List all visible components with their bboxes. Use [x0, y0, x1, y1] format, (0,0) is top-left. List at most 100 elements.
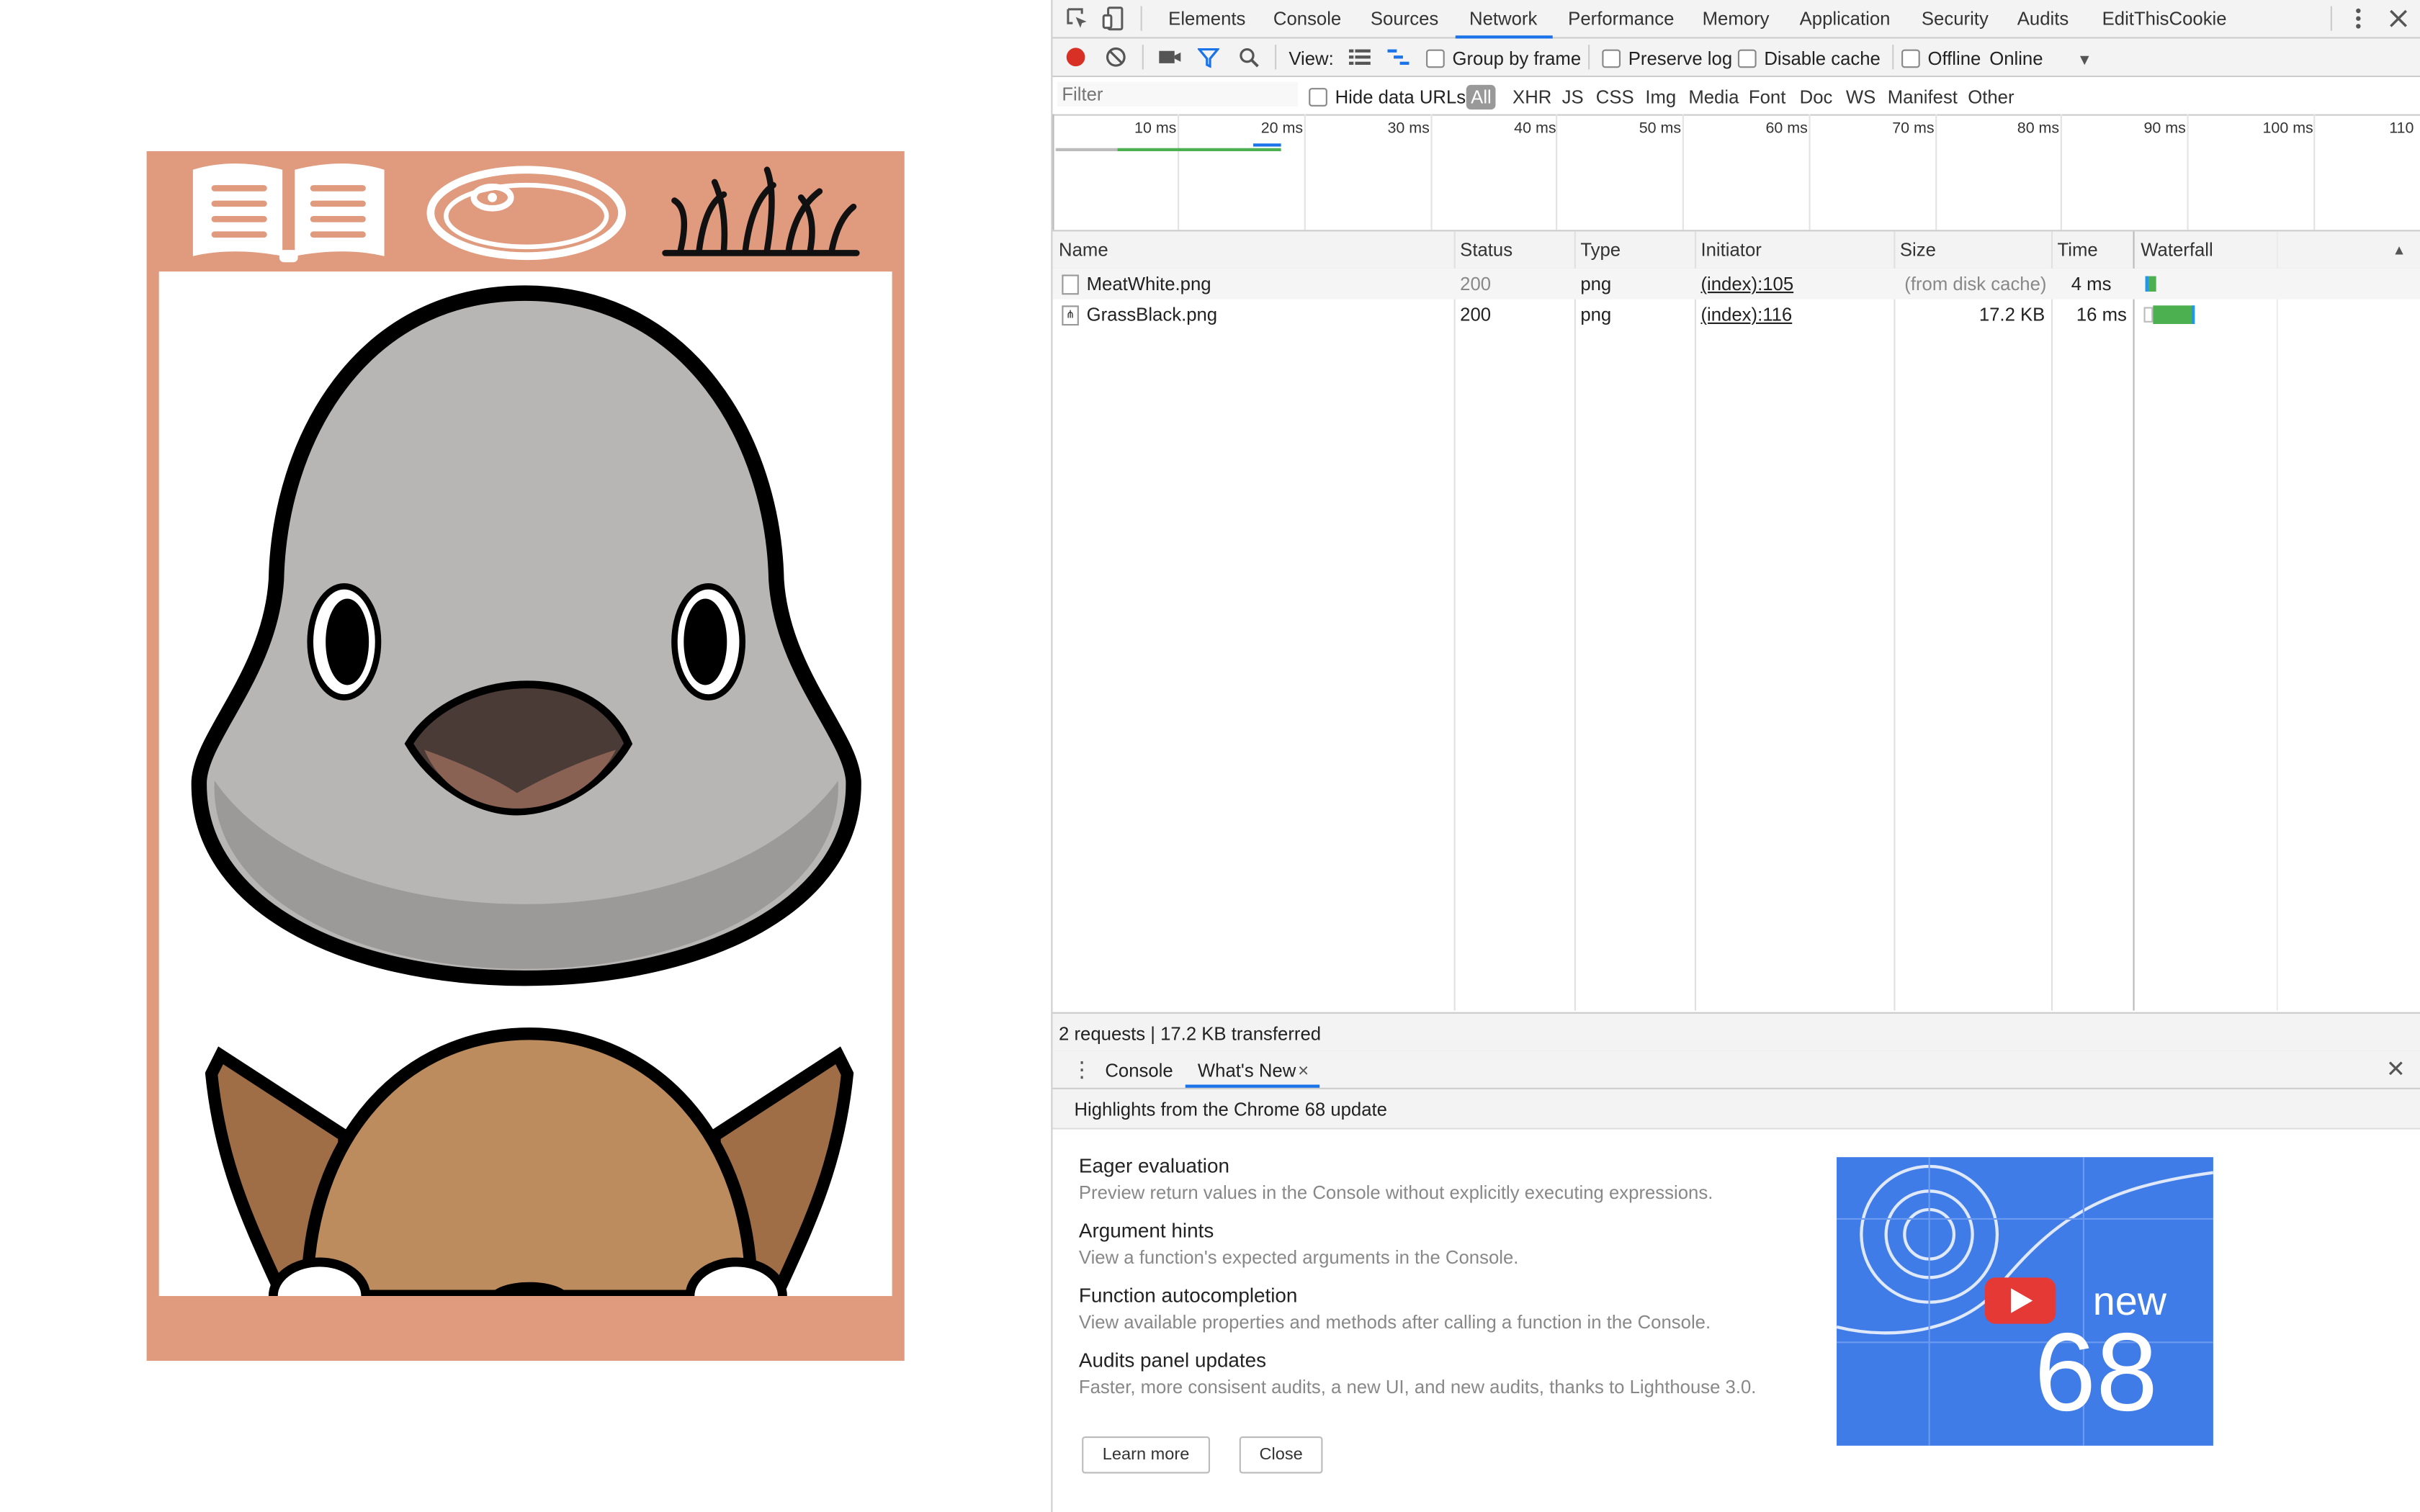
- sort-ascending-icon: ▲: [2392, 242, 2406, 258]
- filter-icon[interactable]: [1197, 46, 1219, 68]
- whats-new-header: Highlights from the Chrome 68 update: [1052, 1089, 2420, 1130]
- status-summary: 2 requests | 17.2 KB transferred: [1052, 1012, 2420, 1053]
- feature-title: Audits panel updates: [1078, 1348, 1267, 1372]
- learn-more-button[interactable]: Learn more: [1082, 1436, 1211, 1474]
- tick-label: 80 ms: [2017, 120, 2060, 138]
- more-options-icon[interactable]: [2346, 6, 2370, 31]
- drawer-tab-whats-new[interactable]: What's New: [1198, 1060, 1296, 1081]
- requests-table: Name Status Type Initiator Size Time Wat…: [1052, 231, 2420, 1011]
- network-overview[interactable]: 10 ms 20 ms 30 ms 40 ms 50 ms 60 ms 70 m…: [1052, 114, 2420, 232]
- request-initiator-link[interactable]: (index):116: [1700, 304, 1792, 325]
- large-rows-icon[interactable]: [1348, 48, 1371, 66]
- filter-type-js[interactable]: JS: [1562, 86, 1584, 108]
- image-file-icon: ⋔: [1062, 305, 1079, 326]
- tick-label: 10 ms: [1134, 120, 1177, 138]
- clear-icon[interactable]: [1105, 46, 1126, 68]
- filter-type-doc[interactable]: Doc: [1800, 86, 1833, 108]
- feature-desc: View available properties and methods af…: [1078, 1311, 1711, 1333]
- animal-image-area: [158, 271, 892, 1297]
- request-type: png: [1580, 304, 1612, 326]
- overview-bar: [1117, 148, 1281, 152]
- tick-label: 110: [2389, 120, 2414, 138]
- filter-input[interactable]: [1057, 81, 1299, 107]
- disable-cache-checkbox[interactable]: Disable cache: [1737, 48, 1881, 69]
- grass-icon[interactable]: [659, 163, 863, 259]
- request-name: GrassBlack.png: [1086, 304, 1218, 326]
- feature-title: Argument hints: [1078, 1218, 1214, 1243]
- meat-icon[interactable]: [424, 163, 628, 262]
- overview-icon[interactable]: [1387, 48, 1410, 66]
- filter-type-other[interactable]: Other: [1968, 86, 2014, 108]
- throttling-select[interactable]: Online ▼: [1989, 48, 2092, 69]
- column-name[interactable]: Name: [1059, 239, 1108, 261]
- tab-network[interactable]: Network: [1469, 8, 1537, 30]
- drawer-tabbar: ⋮ Console What's New × ✕: [1052, 1050, 2420, 1089]
- filter-type-xhr[interactable]: XHR: [1512, 86, 1551, 108]
- waterfall-bar: [2153, 305, 2195, 325]
- tab-audits[interactable]: Audits: [2017, 8, 2069, 30]
- search-icon[interactable]: [1238, 46, 1260, 68]
- tab-console[interactable]: Console: [1273, 8, 1341, 30]
- column-time[interactable]: Time: [2057, 239, 2097, 261]
- summary-text: 2 requests | 17.2 KB transferred: [1059, 1022, 1322, 1045]
- tab-elements[interactable]: Elements: [1168, 8, 1245, 30]
- page-viewport: [0, 0, 1052, 1512]
- close-tab-icon[interactable]: ×: [1298, 1060, 1309, 1081]
- tick-label: 50 ms: [1639, 120, 1682, 138]
- column-size[interactable]: Size: [1900, 239, 1936, 261]
- preserve-log-checkbox[interactable]: Preserve log: [1602, 48, 1732, 69]
- table-row[interactable]: MeatWhite.png 200 png (index):105 (from …: [1052, 268, 2420, 300]
- tab-editthiscookie[interactable]: EditThisCookie: [2102, 8, 2227, 30]
- whats-new-body: Eager evaluation Preview return values i…: [1052, 1129, 2420, 1512]
- tab-security[interactable]: Security: [1922, 8, 1989, 30]
- file-icon: [1062, 274, 1079, 295]
- close-drawer-icon[interactable]: ✕: [2386, 1056, 2406, 1083]
- device-toolbar-icon[interactable]: [1102, 6, 1126, 31]
- animal-card: [146, 151, 905, 1362]
- column-initiator[interactable]: Initiator: [1700, 239, 1761, 261]
- filter-type-css[interactable]: CSS: [1596, 86, 1634, 108]
- filter-type-manifest[interactable]: Manifest: [1888, 86, 1958, 108]
- column-type[interactable]: Type: [1580, 239, 1621, 261]
- record-icon[interactable]: [1065, 46, 1087, 68]
- request-name: MeatWhite.png: [1086, 273, 1211, 295]
- filter-type-media[interactable]: Media: [1688, 86, 1739, 108]
- close-button[interactable]: Close: [1239, 1436, 1323, 1474]
- inspect-element-icon[interactable]: [1065, 6, 1090, 31]
- drawer-menu-icon[interactable]: ⋮: [1071, 1057, 1093, 1083]
- devtools-panel: Elements Console Sources Network Perform…: [1051, 0, 2420, 1512]
- book-icon[interactable]: [187, 161, 390, 266]
- tab-performance[interactable]: Performance: [1568, 8, 1674, 30]
- feature-desc: Faster, more consisent audits, a new UI,…: [1078, 1376, 1757, 1398]
- filter-type-ws[interactable]: WS: [1846, 86, 1876, 108]
- filter-type-img[interactable]: Img: [1645, 86, 1676, 108]
- view-label: View:: [1289, 48, 1334, 70]
- tab-sources[interactable]: Sources: [1371, 8, 1438, 30]
- promo-version-label: 68: [2034, 1311, 2158, 1435]
- column-status[interactable]: Status: [1460, 239, 1512, 261]
- request-type: png: [1580, 273, 1612, 295]
- request-size: 17.2 KB: [1978, 304, 2045, 326]
- request-initiator-link[interactable]: (index):105: [1700, 273, 1793, 294]
- hide-data-urls-checkbox[interactable]: Hide data URLs: [1309, 86, 1466, 108]
- close-devtools-icon[interactable]: [2386, 6, 2411, 31]
- filter-type-all[interactable]: All: [1466, 84, 1497, 110]
- table-row[interactable]: ⋔ GrassBlack.png 200 png (index):116 17.…: [1052, 300, 2420, 330]
- capture-screenshots-icon[interactable]: [1157, 46, 1182, 68]
- request-status: 200: [1460, 273, 1492, 295]
- tab-memory[interactable]: Memory: [1703, 8, 1770, 30]
- offline-checkbox[interactable]: Offline: [1901, 48, 1981, 69]
- tick-label: 40 ms: [1514, 120, 1556, 138]
- request-time: 16 ms: [2076, 304, 2127, 326]
- waterfall-queue: [2143, 307, 2154, 323]
- active-tab-indicator: [1185, 1084, 1320, 1088]
- tick-label: 20 ms: [1260, 120, 1304, 138]
- column-waterfall[interactable]: Waterfall: [2141, 239, 2213, 261]
- feature-desc: View a function's expected arguments in …: [1078, 1246, 1519, 1269]
- table-header: Name Status Type Initiator Size Time Wat…: [1052, 231, 2420, 271]
- chrome-68-promo[interactable]: new 68: [1837, 1157, 2213, 1446]
- filter-type-font[interactable]: Font: [1749, 86, 1785, 108]
- drawer-tab-console[interactable]: Console: [1105, 1060, 1173, 1081]
- group-by-frame-checkbox[interactable]: Group by frame: [1426, 48, 1581, 69]
- tab-application[interactable]: Application: [1800, 8, 1891, 30]
